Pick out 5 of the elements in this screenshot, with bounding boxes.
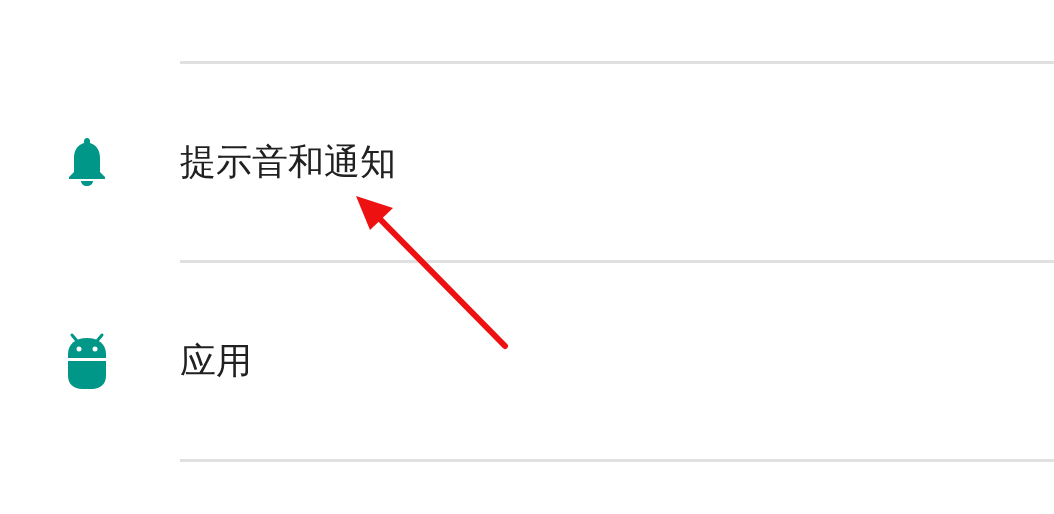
settings-item-label: 应用 <box>180 338 252 383</box>
settings-item-label: 提示音和通知 <box>180 139 396 184</box>
settings-item[interactable]: 应用 <box>0 263 1054 459</box>
settings-item[interactable]: 提示音和通知 <box>0 64 1054 260</box>
android-icon <box>66 332 108 390</box>
